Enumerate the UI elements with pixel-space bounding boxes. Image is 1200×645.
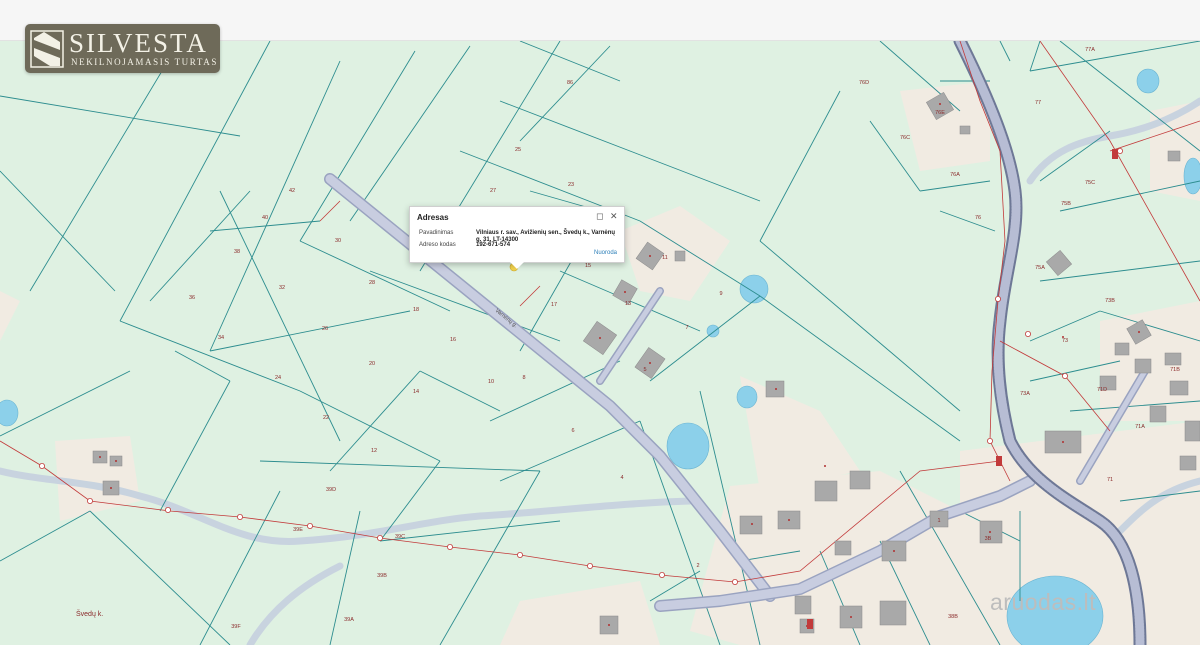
watermark: aruodas.lt	[990, 589, 1097, 615]
parcel-label: 36	[189, 295, 195, 301]
parcel-label: 40	[262, 215, 268, 221]
close-icon[interactable]: ✕	[610, 212, 618, 221]
parcel-label: 13	[625, 301, 631, 307]
parcel-label: 42	[289, 188, 295, 194]
parcel-label: 4	[620, 475, 623, 481]
parcel-label: 38B	[948, 614, 958, 620]
parcel-label: 77	[1035, 100, 1041, 106]
parcel-label: 25	[515, 147, 521, 153]
parcel-label: 76	[975, 215, 981, 221]
parcel-label: 28	[369, 280, 375, 286]
parcel-label: 34	[218, 335, 224, 341]
popup-row-name: Pavadinimas Vilniaus r. sav., Avižienių …	[419, 230, 619, 243]
parcel-label: 5	[643, 367, 646, 373]
parcel-label: 73A	[1020, 391, 1030, 397]
parcel-label: 6	[571, 428, 574, 434]
maximize-icon[interactable]: ◻	[596, 212, 603, 221]
parcel-label: 76A	[950, 172, 960, 178]
parcel-label: 71B	[1170, 367, 1180, 373]
parcel-label: 11	[662, 255, 668, 261]
parcel-label: 38	[234, 249, 240, 255]
parcel-label: 39A	[344, 617, 354, 623]
popup-title: Adresas	[417, 213, 449, 222]
parcel-label: 32	[279, 285, 285, 291]
parcel-label: 39C	[395, 534, 405, 540]
cadastral-map: 86 77A 76D 76E 76C 77 76A 75C 76 75B 75A…	[0, 41, 1200, 645]
parcel-label: 71A	[1135, 424, 1145, 430]
parcel-label: 75A	[1035, 265, 1045, 271]
parcel-label: 10	[488, 379, 494, 385]
parcel-label: 17	[551, 302, 557, 308]
logo-tagline: NEKILNOJAMASIS TURTAS	[71, 57, 218, 67]
parcel-label: 71	[1107, 477, 1113, 483]
address-popup: Adresas ◻ ✕ Pavadinimas Vilniaus r. sav.…	[409, 206, 625, 269]
popup-row-code: Adreso kodas 192-671-574	[419, 242, 619, 251]
map-view[interactable]: 86 77A 76D 76E 76C 77 76A 75C 76 75B 75A…	[0, 41, 1200, 645]
parcel-label: 39D	[326, 487, 336, 493]
logo-name: SILVESTA	[69, 28, 208, 58]
village-label: Švedų k.	[76, 611, 104, 618]
parcel-label: 18	[413, 307, 419, 313]
parcel-label: 26	[322, 326, 328, 332]
parcel-label: 77A	[1085, 47, 1095, 53]
silvesta-logo-icon	[30, 30, 64, 68]
parcel-label: 1	[937, 518, 940, 524]
parcel-label: 8	[522, 375, 525, 381]
parcel-label: 86	[567, 80, 573, 86]
parcel-label: 15	[585, 263, 591, 269]
parcel-label: 3B	[985, 536, 992, 542]
parcel-label: 2	[696, 563, 699, 569]
popup-value: 192-671-574	[476, 242, 511, 248]
parcel-label: 23	[568, 182, 574, 188]
parcel-label: 30	[335, 238, 341, 244]
parcel-label: 73B	[1105, 298, 1115, 304]
popup-label: Adreso kodas	[419, 242, 456, 248]
parcel-label: 76D	[859, 80, 869, 86]
parcel-label: 12	[371, 448, 377, 454]
parcel-label: 39B	[377, 573, 387, 579]
parcel-label: 27	[490, 188, 496, 194]
parcel-label: 20	[369, 361, 375, 367]
parcel-label: 16	[450, 337, 456, 343]
parcel-label: 39F	[231, 624, 241, 630]
popup-label: Pavadinimas	[419, 230, 454, 236]
silvesta-logo: SILVESTA NEKILNOJAMASIS TURTAS	[25, 24, 220, 73]
parcel-label: 7	[685, 325, 688, 331]
parcel-label: 75C	[1085, 180, 1095, 186]
parcel-label: 75B	[1061, 201, 1071, 207]
parcel-label: 22	[323, 415, 329, 421]
parcel-label: 76C	[900, 135, 910, 141]
parcel-label: 24	[275, 375, 281, 381]
parcel-label: 9	[719, 291, 722, 297]
parcel-label: 71D	[1097, 387, 1107, 393]
parcel-label: 39E	[293, 527, 303, 533]
parcel-label: 73	[1062, 338, 1068, 344]
parcel-label: 76E	[935, 110, 945, 116]
parcel-label: 14	[413, 389, 419, 395]
popup-link[interactable]: Nuoroda	[594, 250, 617, 256]
